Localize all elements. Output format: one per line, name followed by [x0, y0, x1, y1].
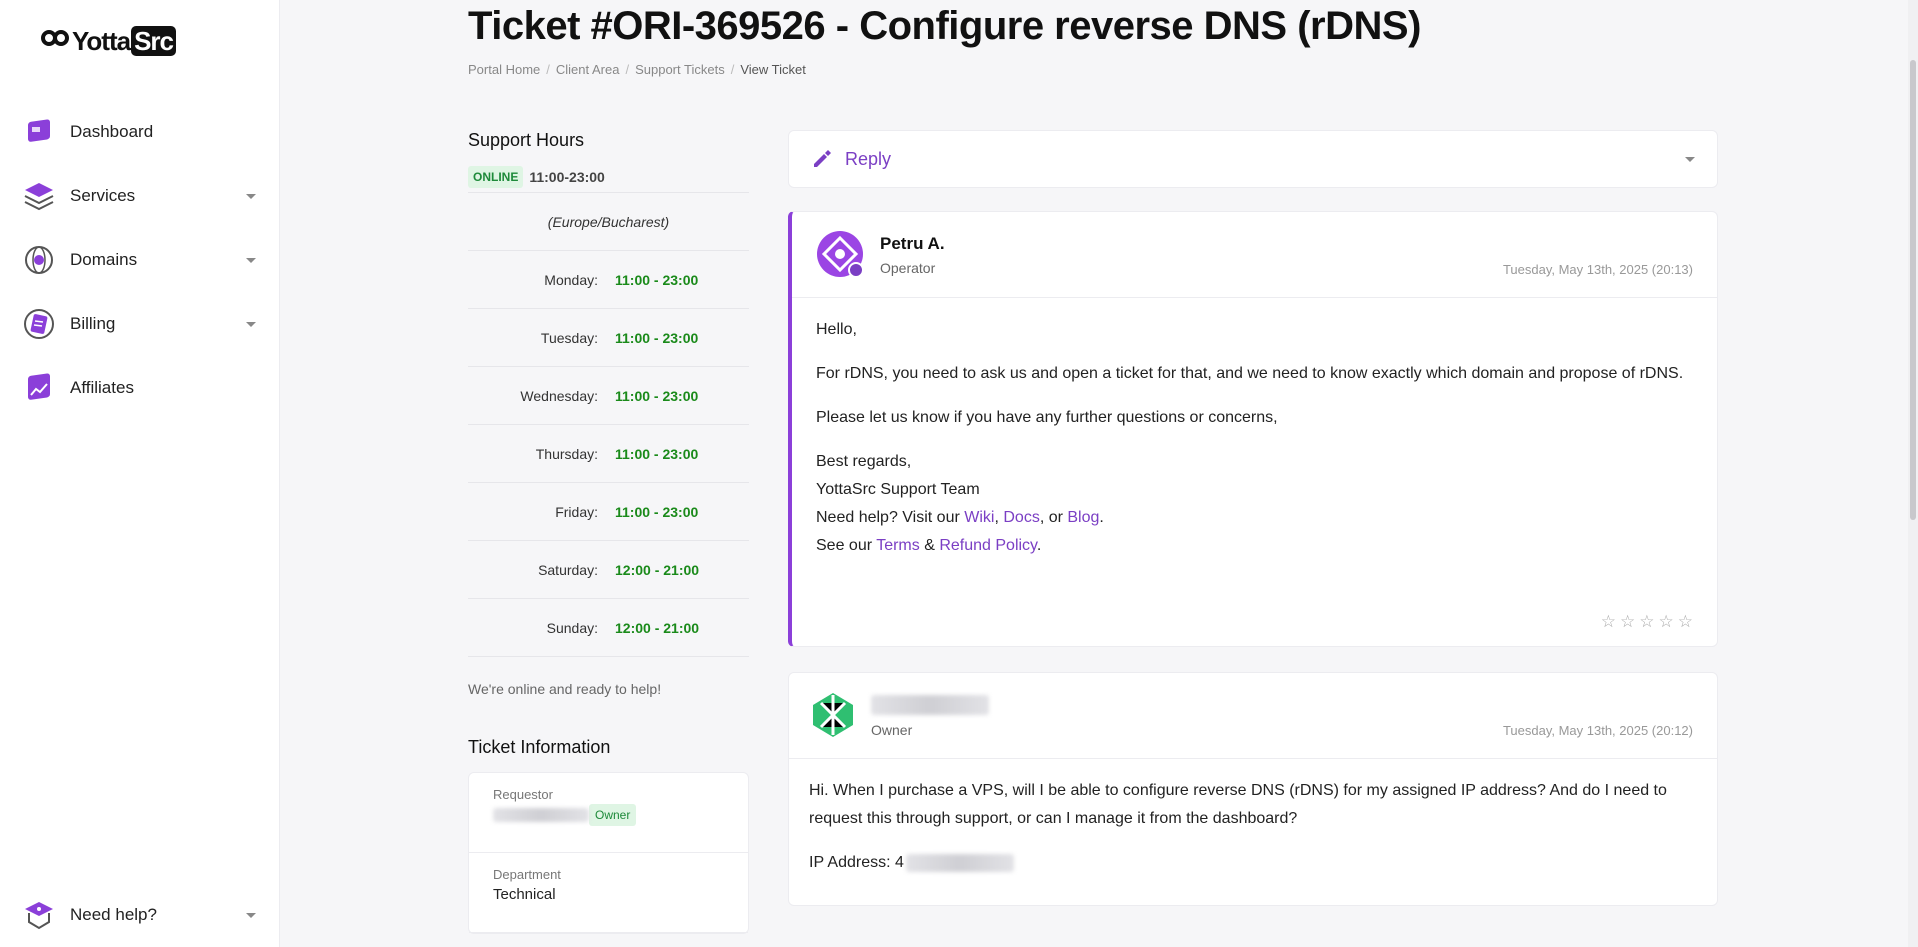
support-hours-title: Support Hours [468, 130, 585, 150]
ticket-information-title: Ticket Information [468, 737, 611, 757]
sidebar-item-need-help[interactable]: Need help? [0, 883, 280, 947]
operator-name: Petru A. [880, 234, 945, 253]
affiliates-icon [28, 373, 50, 400]
sidebar-item-affiliates[interactable]: Affiliates [0, 356, 280, 420]
dashboard-icon [28, 119, 50, 142]
message-timestamp: Tuesday, May 13th, 2025 (20:12) [1502, 723, 1693, 738]
redacted-client-name [871, 695, 989, 715]
breadcrumb-client-area[interactable]: Client Area [556, 62, 620, 77]
client-role: Owner [871, 722, 913, 738]
requestor-row: Requestor Owner [469, 773, 748, 853]
sidebar-item-dashboard[interactable]: Dashboard [0, 100, 280, 164]
wiki-link[interactable]: Wiki [964, 509, 994, 526]
pencil-icon [814, 150, 831, 167]
star-icon[interactable]: ☆ [1659, 612, 1674, 632]
ticket-information-card: Requestor Owner Department Technical [468, 772, 749, 934]
online-message: We're online and ready to help! [468, 681, 662, 697]
redacted-requestor-name [493, 808, 589, 823]
client-avatar [810, 692, 856, 738]
rating-stars: ☆ ☆ ☆ ☆ ☆ [1601, 612, 1693, 632]
hours-row-thursday: Thursday: 11:00 - 23:00 [468, 425, 749, 483]
page-scrollbar[interactable] [1908, 0, 1918, 947]
operator-avatar [817, 231, 864, 278]
sidebar-item-domains[interactable]: Domains [0, 228, 280, 292]
page-title: Ticket #ORI-369526 - Configure reverse D… [468, 4, 1421, 48]
owner-badge: Owner [589, 804, 637, 826]
hours-row-saturday: Saturday: 12:00 - 21:00 [468, 541, 749, 599]
services-icon [24, 183, 54, 211]
sidebar-item-services[interactable]: Services [0, 164, 280, 228]
client-message: Owner Tuesday, May 13th, 2025 (20:12) Hi… [788, 672, 1718, 906]
scrollbar-thumb[interactable] [1910, 60, 1916, 520]
chevron-down-icon [1685, 156, 1695, 162]
star-icon[interactable]: ☆ [1620, 612, 1635, 632]
hours-row-sunday: Sunday: 12:00 - 21:00 [468, 599, 749, 657]
terms-link[interactable]: Terms [876, 537, 920, 554]
hours-row-wednesday: Wednesday: 11:00 - 23:00 [468, 367, 749, 425]
online-badge: ONLINE [468, 165, 524, 188]
breadcrumb-separator: / [625, 62, 630, 77]
operator-message: Petru A. Operator Tuesday, May 13th, 202… [788, 211, 1718, 647]
reply-toggle[interactable]: Reply [788, 130, 1718, 188]
timezone-label: (Europe/Bucharest) [468, 193, 749, 251]
department-row: Department Technical [469, 853, 748, 933]
message-header: Petru A. Operator Tuesday, May 13th, 202… [792, 212, 1717, 298]
domains-icon [25, 246, 53, 274]
chevron-down-icon [246, 321, 256, 327]
star-icon[interactable]: ☆ [1678, 612, 1693, 632]
hours-row-monday: Monday: 11:00 - 23:00 [468, 251, 749, 309]
message-timestamp: Tuesday, May 13th, 2025 (20:13) [1502, 262, 1693, 277]
support-status-row: ONLINE 11:00-23:00 [468, 165, 749, 193]
operator-role: Operator [880, 260, 936, 276]
hours-row-friday: Friday: 11:00 - 23:00 [468, 483, 749, 541]
reply-label: Reply [845, 148, 892, 169]
chevron-down-icon [246, 912, 256, 918]
blog-link[interactable]: Blog [1067, 509, 1099, 526]
breadcrumb-separator: / [730, 62, 735, 77]
sidebar: Yotta Src Dashboard Services Domains Bil… [0, 0, 280, 947]
star-icon[interactable]: ☆ [1639, 612, 1654, 632]
redacted-ip-address [905, 853, 1014, 872]
chevron-down-icon [246, 193, 256, 199]
sidebar-nav: Dashboard Services Domains Billing Affil… [0, 100, 280, 420]
message-body: Hello, For rDNS, you need to ask us and … [816, 321, 1684, 554]
help-icon [25, 902, 53, 930]
breadcrumb-portal-home[interactable]: Portal Home [468, 62, 540, 77]
sidebar-item-billing[interactable]: Billing [0, 292, 280, 356]
main-content: Ticket #ORI-369526 - Configure reverse D… [280, 0, 1918, 947]
message-header: Owner Tuesday, May 13th, 2025 (20:12) [789, 673, 1717, 759]
infinity-logo-icon [41, 29, 69, 46]
refund-policy-link[interactable]: Refund Policy [939, 537, 1037, 554]
breadcrumb-separator: / [546, 62, 550, 77]
breadcrumb: Portal Home / Client Area / Support Tick… [468, 62, 806, 77]
star-icon[interactable]: ☆ [1601, 612, 1616, 632]
hours-row-tuesday: Tuesday: 11:00 - 23:00 [468, 309, 749, 367]
breadcrumb-support-tickets[interactable]: Support Tickets [635, 62, 725, 77]
status-hours: 11:00-23:00 [529, 168, 605, 185]
message-body: Hi. When I purchase a VPS, will I be abl… [809, 782, 1667, 872]
logo-wordmark: Yotta Src [72, 26, 176, 57]
chevron-down-icon [246, 257, 256, 263]
docs-link[interactable]: Docs [1003, 509, 1039, 526]
breadcrumb-view-ticket: View Ticket [740, 62, 806, 77]
support-hours-panel: Support Hours ONLINE 11:00-23:00 (Europe… [468, 130, 749, 934]
yottasrc-logo[interactable]: Yotta Src [40, 26, 176, 57]
billing-icon [24, 309, 54, 339]
